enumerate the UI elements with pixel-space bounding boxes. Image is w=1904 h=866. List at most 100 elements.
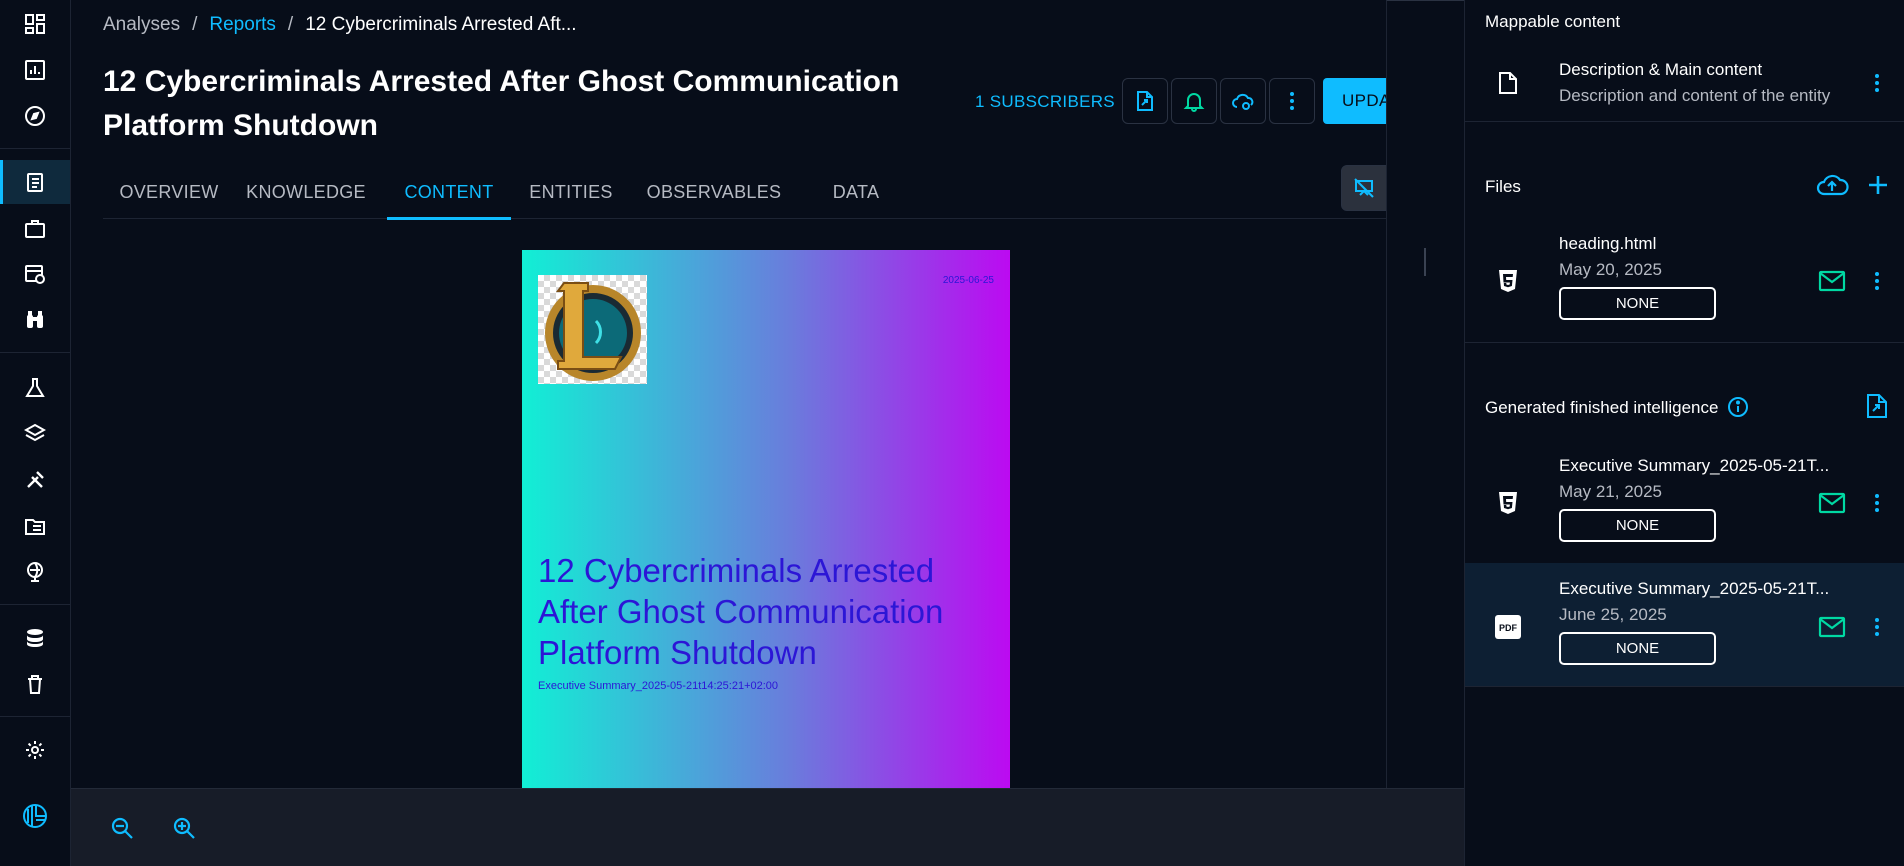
subscribers-button[interactable]: 1 SUBSCRIBERS [975,92,1115,112]
app-root: Analyses / Reports / 12 Cybercriminals A… [0,0,1904,866]
left-nav-rail [0,0,71,866]
content-side-panel: Mappable content Description & Main cont… [1464,0,1904,866]
page-title: 12 Cybercriminals Arrested After Ghost C… [103,65,900,142]
marking-badge: NONE [1559,632,1716,665]
upload-file-button[interactable] [1815,172,1849,198]
breadcrumb-separator: / [287,14,294,35]
nav-data-icon[interactable] [0,616,70,660]
mappable-content-heading: Mappable content [1485,12,1621,31]
tab-entities[interactable]: ENTITIES [511,165,631,219]
html5-icon [1495,268,1521,294]
mail-icon [1818,270,1846,292]
more-vert-icon [1875,618,1879,636]
file-item[interactable]: heading.html May 20, 2025 NONE [1465,218,1904,342]
breadcrumb-current: 12 Cybercriminals Arrested Aft... [305,14,577,35]
html5-icon [1495,490,1521,516]
notifications-button[interactable] [1171,78,1217,124]
tab-knowledge[interactable]: KNOWLEDGE [235,165,377,219]
mail-icon [1818,492,1846,514]
send-email-button[interactable] [1817,268,1847,294]
plus-icon [1869,176,1887,194]
document-subtitle: Executive Summary_2025-05-21t14:25:21+02… [538,680,779,692]
send-email-button[interactable] [1817,614,1847,640]
breadcrumb-reports-link[interactable]: Reports [209,14,276,36]
more-vert-icon [1290,92,1294,110]
cloud-sync-icon [1232,93,1254,110]
file-export-icon [1137,91,1153,111]
generated-more-button[interactable] [1869,490,1885,516]
mappable-item-title: Description & Main content [1559,60,1763,79]
nav-entities-icon[interactable] [0,504,70,548]
view-mappable-button[interactable] [1341,165,1387,211]
nav-dashboard-icon[interactable] [0,2,70,46]
zoom-in-icon [173,817,195,839]
breadcrumb-separator: / [192,14,198,35]
mappable-more-button[interactable] [1869,70,1885,96]
nav-events-icon[interactable] [0,252,70,296]
generated-file-date: June 25, 2025 [1559,605,1667,624]
zoom-out-icon [111,817,133,839]
more-vert-icon [1875,494,1879,512]
file-more-button[interactable] [1869,268,1885,294]
generated-file-name: Executive Summary_2025-05-21T... [1559,579,1830,598]
nav-settings-icon[interactable] [0,728,70,772]
add-file-button[interactable] [1867,174,1889,196]
nav-analytics-icon[interactable] [0,48,70,92]
more-vert-icon [1875,74,1879,92]
tab-observables[interactable]: OBSERVABLES [631,165,797,219]
document-date: 2025-06-25 [942,275,994,286]
pdf-icon: PDF [1495,614,1521,640]
mappable-main-content-item[interactable]: Description & Main content Description a… [1465,44,1904,122]
main-content: Analyses / Reports / 12 Cybercriminals A… [71,0,1826,866]
enrich-button[interactable] [1220,78,1266,124]
generated-item-selected[interactable]: PDF Executive Summary_2025-05-21T... Jun… [1465,563,1904,687]
nav-cases-icon[interactable] [0,206,70,250]
more-vert-icon [1875,272,1879,290]
info-icon[interactable] [1727,396,1749,418]
generated-file-date: May 21, 2025 [1559,482,1663,501]
nav-locations-icon[interactable] [0,550,70,594]
document-viewer[interactable]: 2025-06-25 12 Cybercriminals Arrested Af… [71,220,1464,788]
tab-content[interactable]: CONTENT [387,165,511,220]
file-export-icon [1867,394,1887,418]
file-icon [1495,70,1521,96]
tab-bar: OVERVIEW KNOWLEDGE CONTENT ENTITIES OBSE… [103,165,1431,220]
marking-badge: NONE [1559,509,1716,542]
document-title: 12 Cybercriminals Arrested After Ghost C… [538,552,944,671]
nav-techniques-icon[interactable] [0,458,70,502]
report-logo-image [538,275,647,384]
viewer-scroll-indicator[interactable] [1424,248,1426,276]
tab-data[interactable]: DATA [797,165,915,219]
send-email-button[interactable] [1817,490,1847,516]
generated-item[interactable]: Executive Summary_2025-05-21T... May 21,… [1465,440,1904,564]
tab-overview[interactable]: OVERVIEW [103,165,235,219]
file-date: May 20, 2025 [1559,260,1663,279]
svg-text:PDF: PDF [1499,623,1518,633]
document-page: 2025-06-25 12 Cybercriminals Arrested Af… [522,250,1010,788]
generate-report-button[interactable] [1122,78,1168,124]
nav-arsenal-icon[interactable] [0,412,70,456]
nav-threats-icon[interactable] [0,366,70,410]
mappable-item-description: Description and content of the entity [1559,86,1831,105]
zoom-in-button[interactable] [167,811,201,845]
nav-observations-icon[interactable] [0,298,70,342]
marking-badge: NONE [1559,287,1716,320]
nav-trash-icon[interactable] [0,662,70,706]
zoom-out-button[interactable] [105,811,139,845]
map-content-icon [1354,178,1374,198]
app-logo-icon[interactable] [0,794,70,838]
generated-intelligence-heading: Generated finished intelligence [1485,398,1719,417]
generated-file-name: Executive Summary_2025-05-21T... [1559,456,1830,475]
nav-analyses-icon[interactable] [0,160,70,204]
mail-icon [1818,616,1846,638]
nav-explore-icon[interactable] [0,94,70,138]
zoom-toolbar [71,788,1464,866]
files-heading: Files [1485,177,1521,196]
file-name: heading.html [1559,234,1657,253]
breadcrumb-root: Analyses [103,14,181,35]
generate-intelligence-button[interactable] [1865,393,1889,419]
bell-icon [1183,93,1205,112]
cloud-upload-icon [1816,174,1849,196]
more-actions-button[interactable] [1269,78,1315,124]
generated-more-button[interactable] [1869,614,1885,640]
